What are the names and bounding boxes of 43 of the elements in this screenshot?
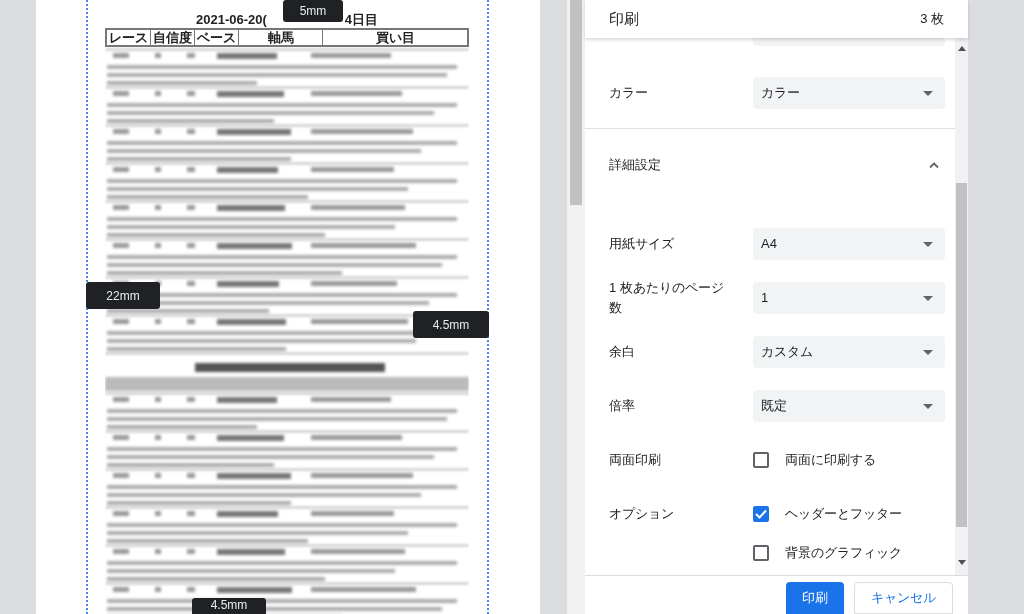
select-field[interactable]: カラー <box>753 77 945 109</box>
checkbox[interactable] <box>753 452 769 468</box>
document-title: 4日目 <box>344 11 379 28</box>
checkbox[interactable] <box>753 545 769 561</box>
dropdown-arrow-icon <box>923 349 933 355</box>
dropdown-arrow-icon <box>923 241 933 247</box>
chevron-up-icon <box>929 161 939 168</box>
checkbox[interactable] <box>753 506 769 522</box>
column-header: レース <box>109 30 148 45</box>
scroll-down-icon[interactable] <box>957 560 966 565</box>
dropdown-arrow-icon <box>923 403 933 409</box>
setting-label: 倍率 <box>609 397 636 415</box>
sheet-count: 3 枚 <box>920 10 944 29</box>
margin-label: 22mm <box>86 282 160 309</box>
scroll-up-icon[interactable] <box>957 46 966 51</box>
checkbox-label[interactable]: ヘッダーとフッター <box>785 504 902 524</box>
column-header: 軸馬 <box>267 30 294 45</box>
column-header: ベース <box>197 30 236 45</box>
margin-label: 5mm <box>283 0 343 22</box>
setting-label: 用紙サイズ <box>609 235 675 253</box>
select-field[interactable]: 1 <box>753 282 945 314</box>
margin-label: 4.5mm <box>413 311 489 338</box>
setting-label: 1 枚あたりのページ数 <box>609 279 725 317</box>
dropdown-arrow-icon <box>923 295 933 301</box>
column-header: 自信度 <box>153 30 192 45</box>
document-title: 2021-06-20( <box>195 11 267 28</box>
select-field[interactable]: カスタム <box>753 336 945 368</box>
column-header: 買い目 <box>375 30 415 45</box>
scrollbar-thumb[interactable] <box>570 0 582 205</box>
select-field[interactable]: 既定 <box>753 390 945 422</box>
select-field[interactable]: A4 <box>753 228 945 260</box>
dialog-title: 印刷 <box>609 8 639 29</box>
checkbox-label[interactable]: 背景のグラフィック <box>785 543 902 563</box>
checkbox-label[interactable]: 両面に印刷する <box>785 450 876 470</box>
dropdown-arrow-icon <box>923 90 933 96</box>
setting-label: カラー <box>609 84 649 102</box>
setting-label: オプション <box>609 505 675 524</box>
margin-label: 4.5mm <box>192 598 266 614</box>
scrollbar-thumb[interactable] <box>956 183 967 527</box>
cancel-button[interactable]: キャンセル <box>854 582 953 614</box>
print-button[interactable]: 印刷 <box>786 582 844 614</box>
setting-label: 両面印刷 <box>609 451 662 470</box>
setting-label: 余白 <box>609 343 636 361</box>
